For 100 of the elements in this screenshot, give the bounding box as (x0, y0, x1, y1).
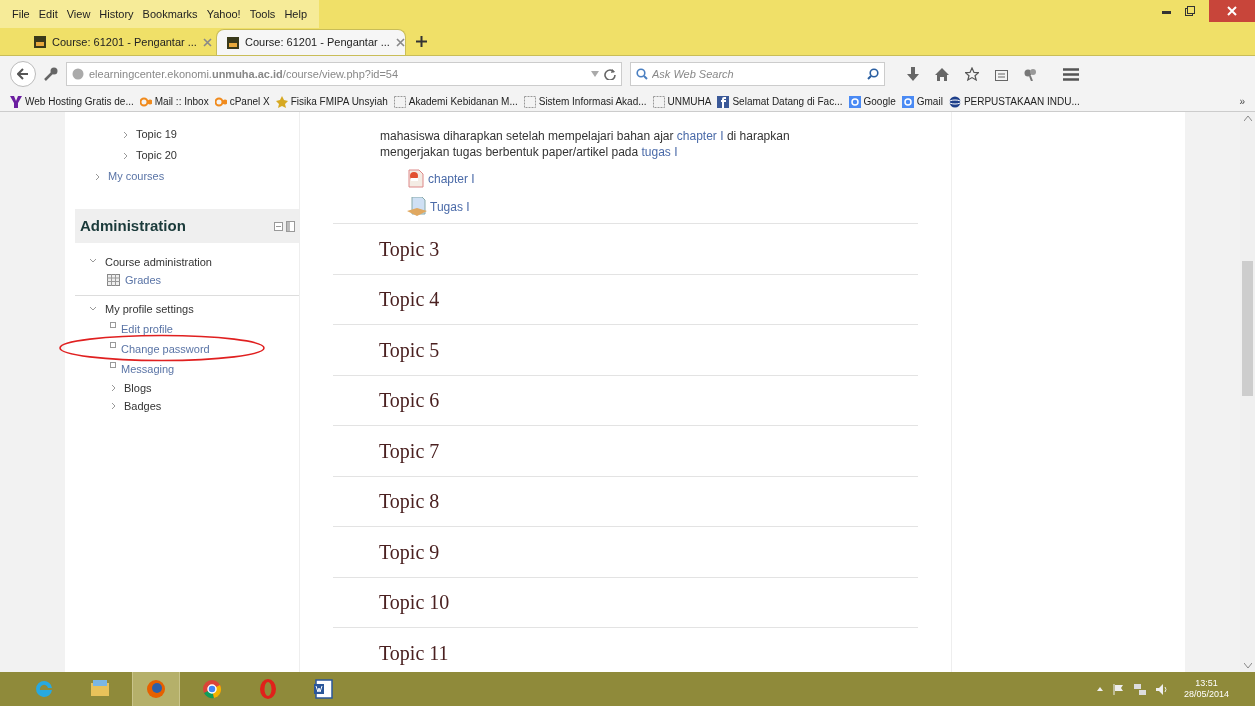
address-bar[interactable]: elearningcenter.ekonomi.unmuha.ac.id/course/view.php?id=54 (66, 62, 622, 86)
close-icon[interactable] (202, 37, 212, 47)
taskbar-button[interactable] (132, 672, 180, 706)
bookmark[interactable]: Gmail (901, 94, 943, 109)
bookmark[interactable]: Mail :: Inbox (139, 94, 209, 109)
network-icon[interactable] (1133, 683, 1146, 695)
close-icon (1227, 6, 1237, 16)
menu-item[interactable]: Yahoo! (206, 5, 241, 23)
bookmark[interactable]: Selamat Datang di Fac... (717, 94, 843, 109)
chevron-icon[interactable] (111, 384, 116, 392)
tray-arrow-icon[interactable] (1096, 687, 1103, 691)
document-icon (313, 678, 335, 700)
square-bullet-icon (110, 362, 116, 368)
clock[interactable]: 13:51 28/05/2014 (1183, 678, 1229, 700)
browser-tab[interactable]: Course: 61201 - Pengantar ... (216, 29, 406, 55)
menu-item[interactable]: File (12, 5, 30, 23)
tree-item[interactable]: Blogs (124, 379, 152, 397)
nav-link[interactable]: My courses (108, 168, 165, 185)
block-title: Administration (80, 215, 187, 236)
google-icon (848, 95, 861, 108)
site-icon (34, 36, 46, 48)
browser-icon (257, 678, 279, 700)
emblem-icon (275, 95, 288, 108)
flag-icon[interactable] (1112, 683, 1124, 695)
search-field[interactable]: Ask Web Search (630, 62, 885, 86)
url-text: elearningcenter.ekonomi.unmuha.ac.id/course/view.php?id=54 (89, 66, 400, 82)
text-link[interactable]: tugas I (641, 145, 678, 159)
bookmark[interactable]: Web Hosting Gratis de... (10, 94, 134, 109)
section-heading: Topic 8 (379, 489, 440, 515)
download-icon[interactable] (907, 67, 919, 81)
activity-link[interactable]: chapter I (428, 170, 475, 188)
section-heading: Topic 5 (379, 337, 440, 364)
browser-icon (201, 678, 223, 700)
bookmark[interactable]: PERPUSTAKAAN INDU... (948, 94, 1080, 109)
bookmark[interactable]: UNMUHA (652, 94, 712, 109)
section-heading: Topic 11 (379, 640, 449, 667)
search-input[interactable]: Ask Web Search (652, 65, 863, 83)
close-icon[interactable] (395, 38, 405, 47)
blank-page-icon (393, 95, 406, 108)
text-link[interactable]: chapter I (676, 129, 724, 143)
browser-tab[interactable]: Course: 61201 - Pengantar ... (24, 29, 214, 55)
scrollbar-thumb[interactable] (1242, 261, 1253, 396)
nav-link[interactable]: Topic 20 (136, 147, 177, 164)
tree-link[interactable]: Grades (125, 271, 162, 289)
new-tab-icon[interactable] (416, 36, 427, 47)
square-bullet-icon (110, 342, 116, 348)
key-icon[interactable] (44, 67, 58, 81)
section-summary: mahasiswa diharapkan setelah mempelajari bahan ajar chapter I di harapkan mengerjakan tugas berbentuk paper/artikel pada tugas I (380, 128, 791, 160)
chevron-icon[interactable] (123, 130, 128, 139)
search-icon[interactable] (867, 68, 879, 80)
dropdown-icon[interactable] (591, 71, 599, 77)
puzzle-icon[interactable] (1024, 67, 1037, 81)
bookmark[interactable]: Akademi Kebidanan M... (393, 94, 518, 109)
facebook-icon (717, 95, 730, 108)
section-heading: Topic 7 (379, 438, 440, 465)
section-heading: Topic 6 (379, 388, 440, 414)
blank-page-icon (523, 95, 536, 108)
tree-link[interactable]: Edit profile (121, 322, 173, 336)
close-button[interactable] (1209, 0, 1255, 22)
browser-icon (145, 678, 167, 700)
tree-link[interactable]: Messaging (121, 362, 175, 376)
menu-item[interactable]: Help (284, 5, 307, 23)
search-icon (636, 68, 648, 80)
bookmark[interactable]: cPanel X (214, 94, 270, 109)
menu-icon[interactable] (1063, 67, 1079, 81)
star-icon[interactable] (965, 67, 979, 81)
minimize-icon[interactable] (1162, 10, 1171, 14)
restore-icon[interactable] (1185, 6, 1195, 16)
menu-item[interactable]: History (99, 5, 134, 23)
scroll-down-icon[interactable] (1243, 663, 1252, 668)
menu-item[interactable]: Bookmarks (142, 5, 198, 23)
bookmark[interactable]: Sistem Informasi Akad... (523, 94, 647, 109)
dock-icon[interactable] (286, 220, 295, 232)
blank-page-icon (652, 95, 665, 108)
tree-item[interactable]: My profile settings (105, 301, 194, 318)
tree-item[interactable]: Course administration (105, 253, 212, 271)
menu-item[interactable]: View (66, 5, 91, 23)
collapse-icon[interactable] (274, 221, 283, 231)
menu-item[interactable]: Edit (38, 5, 58, 23)
nav-link[interactable]: Topic 19 (136, 126, 177, 143)
chevron-icon[interactable] (111, 402, 116, 410)
menu-item[interactable]: Tools (249, 5, 276, 23)
bookmark[interactable]: Google (848, 94, 896, 109)
more-bookmarks-button[interactable]: » (1239, 94, 1245, 109)
assignment-icon (407, 197, 427, 216)
section-heading: Topic 3 (379, 236, 440, 263)
activity-link[interactable]: Tugas I (430, 198, 470, 216)
table-icon (107, 274, 120, 286)
back-button[interactable] (10, 61, 36, 87)
yahoo-icon (10, 95, 22, 108)
speaker-icon[interactable] (1155, 683, 1168, 695)
scroll-up-icon[interactable] (1243, 116, 1252, 121)
browser-icon (33, 678, 55, 700)
clipboard-icon[interactable] (995, 67, 1008, 81)
reload-icon[interactable] (604, 68, 616, 80)
chevron-icon[interactable] (95, 172, 100, 181)
tree-item[interactable]: Badges (124, 397, 162, 415)
chevron-icon[interactable] (123, 151, 128, 160)
home-icon[interactable] (935, 67, 949, 81)
bookmark[interactable]: Fisika FMIPA Unsyiah (275, 94, 388, 109)
